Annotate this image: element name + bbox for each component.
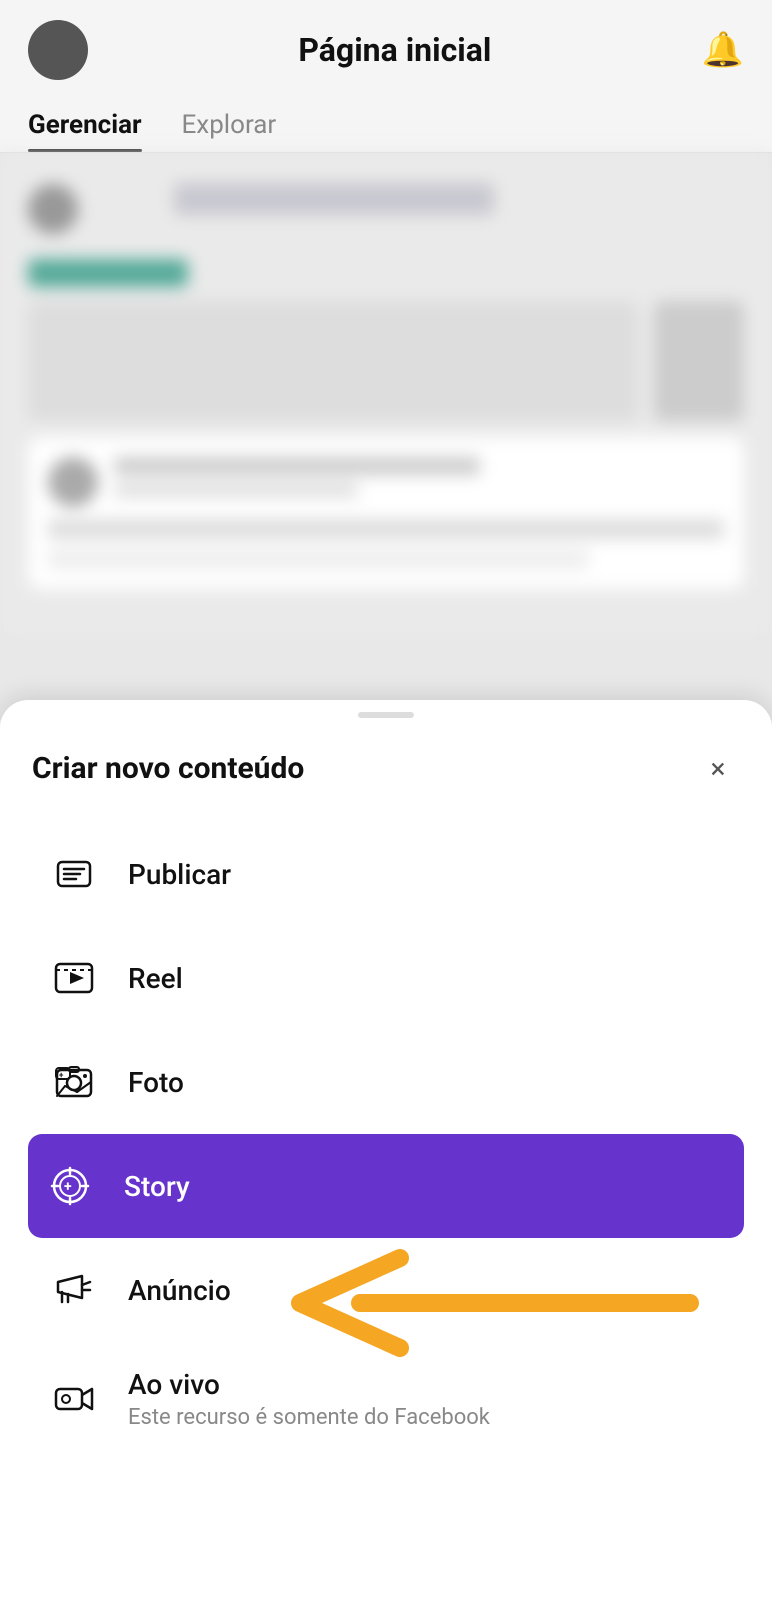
close-button[interactable]: ×: [696, 746, 740, 790]
menu-item-anuncio[interactable]: Anúncio: [32, 1238, 740, 1342]
sheet-handle: [358, 712, 414, 718]
reel-label: Reel: [128, 962, 724, 995]
ao-vivo-icon: [48, 1373, 100, 1425]
tab-explorar[interactable]: Explorar: [182, 96, 277, 152]
anuncio-icon: [48, 1264, 100, 1316]
avatar: [28, 20, 88, 80]
story-label: Story: [124, 1170, 728, 1203]
story-icon: +: [44, 1160, 96, 1212]
foto-text: Foto: [128, 1066, 724, 1099]
bottom-sheet: Criar novo conteúdo × Publicar: [0, 700, 772, 1600]
svg-text:+: +: [64, 1179, 72, 1195]
reel-text: Reel: [128, 962, 724, 995]
menu-item-foto[interactable]: + Foto: [32, 1030, 740, 1134]
ao-vivo-text: Ao vivo Este recurso é somente do Facebo…: [128, 1368, 724, 1430]
foto-label: Foto: [128, 1066, 724, 1099]
story-text: Story: [124, 1170, 728, 1203]
svg-text:+: +: [59, 1071, 64, 1080]
menu-list: Publicar Reel: [0, 822, 772, 1456]
ao-vivo-label: Ao vivo: [128, 1368, 724, 1401]
app-background: Página inicial 🔔 Gerenciar Explorar: [0, 0, 772, 720]
menu-item-ao-vivo[interactable]: Ao vivo Este recurso é somente do Facebo…: [32, 1342, 740, 1456]
ao-vivo-sublabel: Este recurso é somente do Facebook: [128, 1405, 724, 1430]
menu-item-publicar[interactable]: Publicar: [32, 822, 740, 926]
bell-icon[interactable]: 🔔: [702, 30, 744, 70]
sheet-title: Criar novo conteúdo: [32, 751, 304, 786]
sheet-header: Criar novo conteúdo ×: [0, 746, 772, 822]
page-title: Página inicial: [298, 31, 491, 69]
blurred-feed: [0, 153, 772, 635]
publicar-text: Publicar: [128, 858, 724, 891]
publicar-label: Publicar: [128, 858, 724, 891]
tab-gerenciar[interactable]: Gerenciar: [28, 96, 142, 152]
tab-bar: Gerenciar Explorar: [0, 96, 772, 153]
menu-item-story[interactable]: + Story: [28, 1134, 744, 1238]
reel-icon: [48, 952, 100, 1004]
app-header: Página inicial 🔔: [0, 0, 772, 96]
anuncio-label: Anúncio: [128, 1274, 724, 1307]
anuncio-text: Anúncio: [128, 1274, 724, 1307]
foto-icon: +: [48, 1056, 100, 1108]
menu-item-reel[interactable]: Reel: [32, 926, 740, 1030]
publicar-icon: [48, 848, 100, 900]
